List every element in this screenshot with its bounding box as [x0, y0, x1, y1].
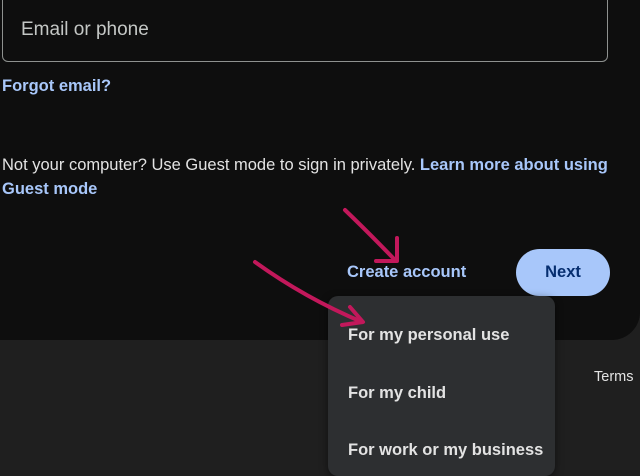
menu-item-work-business[interactable]: For work or my business: [348, 441, 543, 460]
terms-link[interactable]: Terms: [594, 369, 633, 385]
next-button[interactable]: Next: [516, 249, 610, 296]
guest-mode-text: Not your computer? Use Guest mode to sig…: [2, 156, 420, 174]
create-account-button[interactable]: Create account: [347, 263, 466, 282]
email-field[interactable]: Email or phone: [2, 0, 608, 62]
menu-item-child[interactable]: For my child: [348, 384, 446, 403]
guest-mode-notice: Not your computer? Use Guest mode to sig…: [2, 153, 612, 201]
email-placeholder: Email or phone: [21, 19, 149, 40]
create-account-menu: For my personal use For my child For wor…: [328, 296, 555, 476]
signin-card: Email or phone Forgot email? Not your co…: [0, 0, 640, 340]
forgot-email-link[interactable]: Forgot email?: [2, 77, 111, 96]
menu-item-personal-use[interactable]: For my personal use: [348, 326, 509, 345]
